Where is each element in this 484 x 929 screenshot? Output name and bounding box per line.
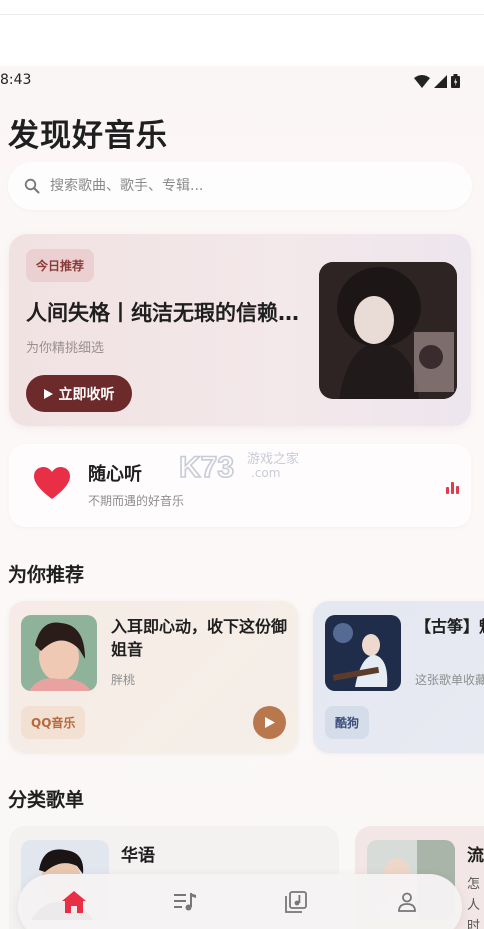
tab-profile[interactable] (387, 882, 427, 922)
section-title-categories: 分类歌单 (8, 789, 85, 811)
heart-icon (34, 467, 70, 499)
profile-icon (397, 892, 416, 912)
hero-album-art (319, 262, 457, 399)
recommend-cover-1 (21, 615, 97, 691)
recommend-title-2: 【古筝】魅惑之音 (415, 617, 484, 636)
tab-library[interactable] (276, 882, 316, 922)
hero-title: 人间失格丨纯洁无瑕的信赖… (26, 301, 299, 325)
equalizer-icon (446, 482, 459, 494)
app-screen: 8:43 发现好音乐 今日推荐 人间失格丨纯洁无瑕的信赖… 为你精挑细选 立即收… (0, 66, 484, 929)
random-listen-card[interactable]: 随心听 不期而遇的好音乐 K73 游戏之家 .com (9, 444, 471, 527)
category-label-1: 华语 (121, 846, 155, 866)
recommend-card-2[interactable]: 【古筝】魅惑之音 这张歌单收藏 酷狗 (313, 601, 484, 753)
recommend-artist-2: 这张歌单收藏 (415, 673, 484, 687)
playlist-icon (173, 893, 196, 911)
hero-subtitle: 为你精挑细选 (26, 341, 105, 356)
home-icon (61, 891, 86, 913)
signal-icon (434, 74, 447, 88)
recommend-cover-2 (325, 615, 401, 691)
battery-icon (451, 74, 460, 88)
listen-now-button[interactable]: 立即收听 (26, 375, 132, 412)
status-bar: 8:43 (0, 72, 484, 96)
svg-text:游戏之家: 游戏之家 (247, 451, 299, 467)
recommend-artist-1: 胖桃 (111, 673, 136, 687)
status-icons (414, 74, 460, 88)
recommend-play-button[interactable] (253, 706, 286, 739)
play-icon (43, 388, 53, 399)
search-icon (24, 178, 40, 194)
top-strip (0, 0, 484, 66)
source-badge-kugou: 酷狗 (325, 706, 370, 739)
library-icon (284, 891, 307, 913)
recommend-card-1[interactable]: 入耳即心动，收下这份御姐音 胖桃 QQ音乐 (9, 601, 298, 753)
k73-watermark-logo: K73 游戏之家 .com (179, 450, 299, 483)
bottom-tab-bar (18, 874, 462, 929)
search-bar[interactable] (8, 162, 472, 210)
source-badge-qq: QQ音乐 (21, 706, 86, 739)
page-title: 发现好音乐 (8, 118, 168, 154)
svg-text:.com: .com (251, 466, 280, 480)
random-subtitle: 不期而遇的好音乐 (88, 494, 185, 508)
recommend-title-1: 入耳即心动，收下这份御姐音 (111, 617, 288, 659)
category-desc-2: 怎 人 时 (467, 877, 481, 929)
daily-badge: 今日推荐 (26, 249, 95, 282)
random-title: 随心听 (88, 464, 142, 485)
category-label-2: 流 (467, 846, 484, 866)
search-input[interactable] (50, 178, 430, 194)
status-time: 8:43 (0, 72, 32, 88)
svg-text:K73: K73 (179, 451, 234, 483)
wifi-icon (414, 74, 430, 88)
tab-playlist[interactable] (165, 882, 205, 922)
tab-home[interactable] (54, 882, 94, 922)
listen-now-label: 立即收听 (58, 385, 115, 402)
play-icon (264, 717, 275, 728)
section-title-recommend: 为你推荐 (8, 564, 85, 586)
daily-recommend-card[interactable]: 今日推荐 人间失格丨纯洁无瑕的信赖… 为你精挑细选 立即收听 (9, 234, 471, 426)
divider (0, 14, 484, 15)
